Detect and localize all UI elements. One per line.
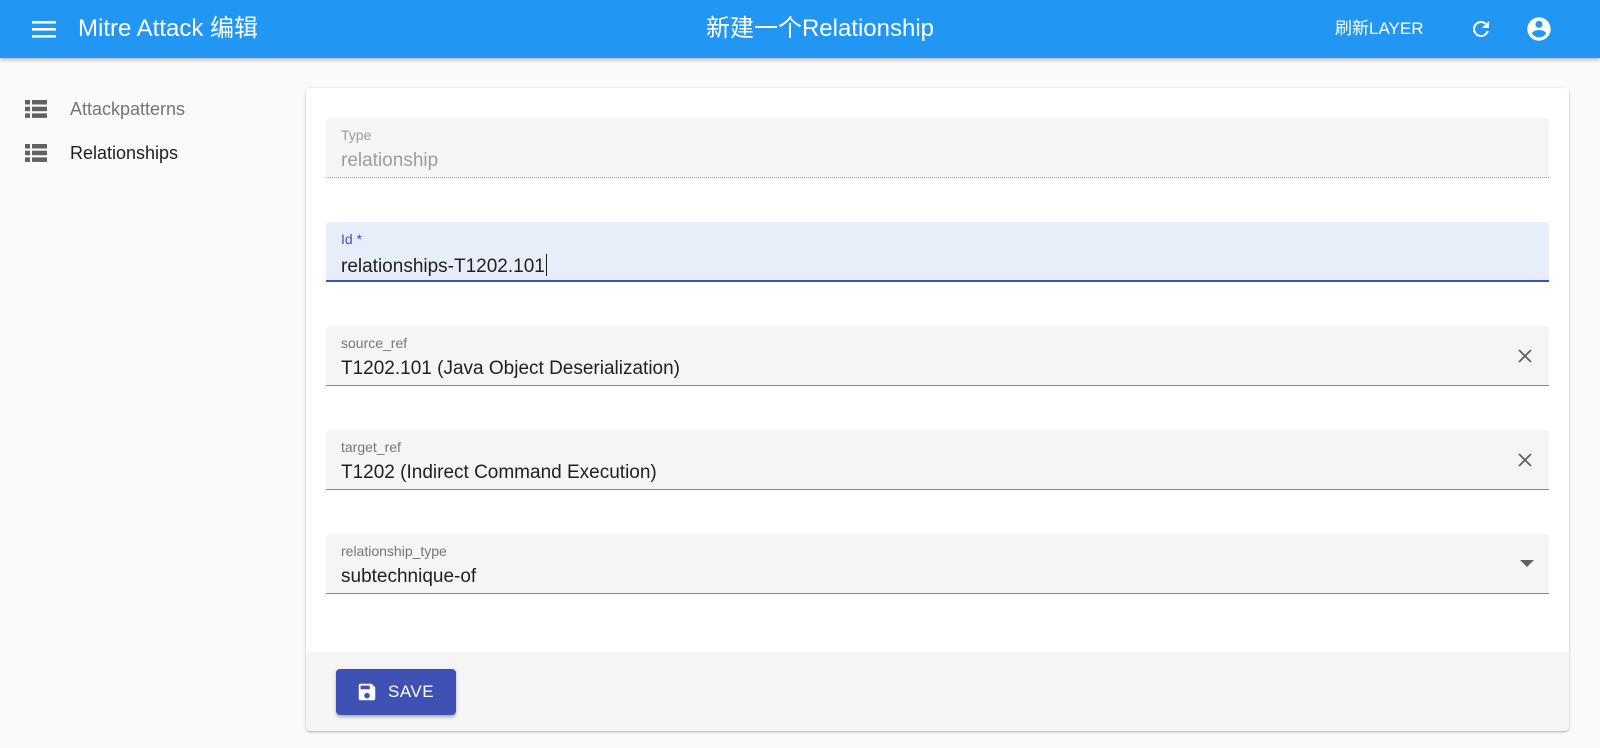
text-cursor (545, 254, 547, 276)
target-ref-field[interactable]: target_ref T1202 (Indirect Command Execu… (326, 430, 1549, 490)
relationship-type-select[interactable]: relationship_type subtechnique-of (326, 534, 1549, 594)
account-circle-icon (1527, 17, 1551, 41)
form-toolbar: SAVE (306, 652, 1569, 731)
close-icon (1518, 349, 1532, 363)
refresh-button[interactable] (1466, 14, 1496, 44)
id-field[interactable]: Id * relationships-T1202.101 (326, 222, 1549, 282)
close-icon (1518, 453, 1532, 467)
relationship-type-value[interactable]: subtechnique-of (341, 566, 476, 588)
target-ref-clear-button[interactable] (1515, 450, 1535, 470)
view-list-icon (25, 144, 47, 162)
view-list-icon (25, 100, 47, 118)
id-field-label: Id * (341, 231, 363, 247)
refresh-icon (1472, 20, 1489, 37)
refresh-layer-button[interactable]: 刷新LAYER (1335, 18, 1424, 40)
source-ref-value[interactable]: T1202.101 (Java Object Deserialization) (341, 358, 680, 380)
sidebar-item-label: Attackpatterns (70, 98, 186, 119)
relationship-form-card: Type relationship Id * relationships-T12… (306, 88, 1569, 731)
source-ref-label: source_ref (341, 335, 408, 351)
account-button[interactable] (1524, 14, 1554, 44)
sidebar-item-label: Relationships (70, 142, 179, 163)
app-bar: Mitre Attack 编辑 新建一个Relationship 刷新LAYER (0, 0, 1600, 58)
relationship-type-dropdown-button[interactable] (1517, 554, 1537, 574)
type-field: Type relationship (326, 118, 1549, 178)
save-button[interactable]: SAVE (336, 669, 456, 715)
source-ref-field[interactable]: source_ref T1202.101 (Java Object Deseri… (326, 326, 1549, 386)
arrow-drop-down-icon (1520, 560, 1534, 567)
save-button-label: SAVE (388, 682, 435, 701)
type-field-label: Type (341, 127, 372, 143)
id-input-value: relationships-T1202.101 (341, 256, 545, 277)
floppy-disk-icon (358, 683, 376, 701)
sidebar-item-attackpatterns[interactable]: Attackpatterns (0, 87, 290, 131)
app-title: Mitre Attack 编辑 (78, 15, 259, 42)
sidebar: Attackpatterns Relationships (0, 58, 290, 748)
target-ref-label: target_ref (341, 439, 401, 455)
page-title: 新建一个Relationship (705, 15, 935, 42)
sidebar-item-relationships[interactable]: Relationships (0, 131, 290, 175)
target-ref-value[interactable]: T1202 (Indirect Command Execution) (341, 462, 657, 484)
menu-icon (32, 21, 56, 38)
relationship-type-label: relationship_type (341, 543, 447, 559)
menu-button[interactable] (28, 14, 60, 44)
type-field-value: relationship (341, 150, 439, 171)
id-input[interactable]: relationships-T1202.101 (341, 254, 547, 278)
source-ref-clear-button[interactable] (1515, 346, 1535, 366)
